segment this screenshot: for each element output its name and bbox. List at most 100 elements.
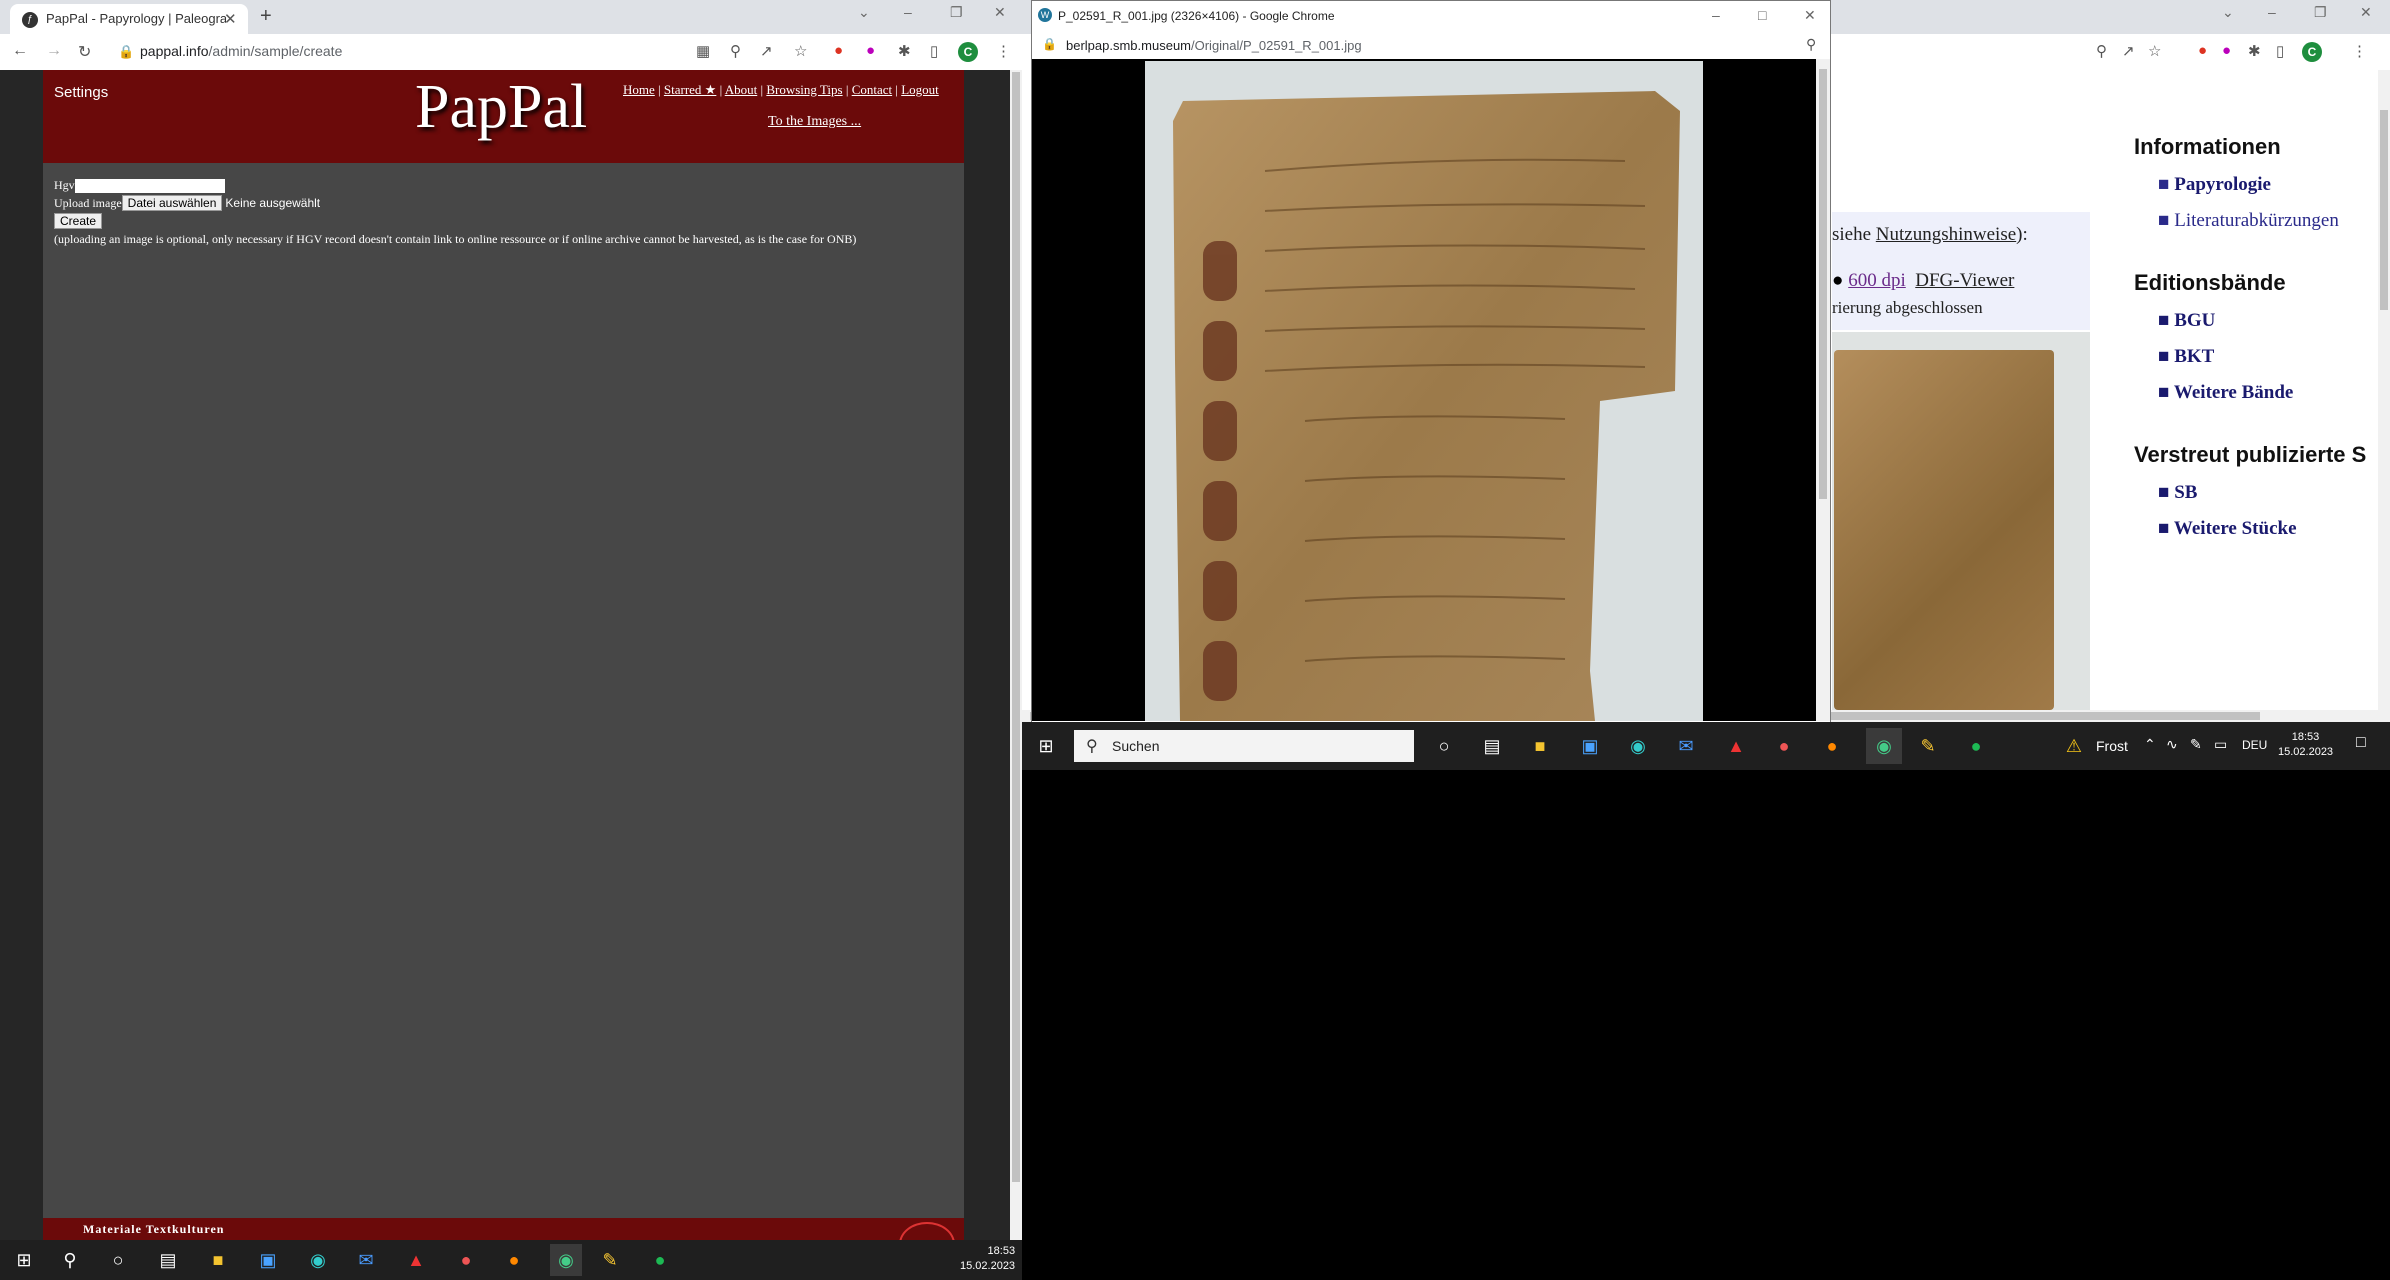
pen-icon[interactable]: ✎	[2190, 736, 2202, 753]
papyrus-image[interactable]	[1145, 61, 1703, 721]
link-sb[interactable]: SB	[2174, 482, 2197, 503]
file-choose-button[interactable]: Datei auswählen	[121, 195, 223, 211]
nav-logout[interactable]: Logout	[901, 82, 939, 97]
settings-link[interactable]: Settings	[54, 84, 108, 101]
menu-icon[interactable]: ⋮	[2352, 42, 2367, 60]
file-explorer-icon[interactable]: ■	[1528, 734, 1552, 758]
zoom-icon[interactable]: ⚲	[1806, 36, 1816, 53]
link-weitere-stuecke[interactable]: Weitere Stücke	[2174, 518, 2297, 539]
minimize-icon[interactable]: –	[904, 4, 912, 20]
clock[interactable]: 18:53 15.02.2023	[2278, 730, 2333, 760]
lock-icon[interactable]: 🔒	[1042, 37, 1057, 51]
link-bgu[interactable]: BGU	[2174, 310, 2215, 331]
new-tab-icon[interactable]: +	[260, 5, 272, 28]
forward-icon[interactable]: →	[46, 42, 62, 60]
to-images-link[interactable]: To the Images ...	[768, 114, 861, 130]
edge-icon[interactable]: ◉	[1626, 734, 1650, 758]
minimize-icon[interactable]: –	[2268, 4, 2276, 20]
battery-icon[interactable]: ▭	[2214, 736, 2227, 753]
mail-icon[interactable]: ✉	[354, 1248, 378, 1272]
dpi-link[interactable]: 600 dpi	[1848, 270, 1906, 291]
notifications-icon[interactable]: □	[2356, 734, 2366, 752]
chevron-up-icon[interactable]: ⌃	[2144, 736, 2156, 753]
link-papyrologie[interactable]: Papyrologie	[2174, 174, 2271, 195]
zoom-icon[interactable]: ⚲	[2096, 42, 2107, 60]
store-icon[interactable]: ▣	[256, 1248, 280, 1272]
firefox-icon[interactable]: ●	[1820, 734, 1844, 758]
acrobat-icon[interactable]: ▲	[404, 1248, 428, 1272]
task-view-icon[interactable]: ▤	[1480, 734, 1504, 758]
cortana-icon[interactable]: ○	[106, 1248, 130, 1272]
puzzle-icon[interactable]: ✱	[898, 42, 911, 60]
spotify-icon[interactable]: ●	[648, 1248, 672, 1272]
chevron-down-icon[interactable]: ⌄	[2222, 4, 2234, 21]
nav-starred[interactable]: Starred ★	[664, 82, 716, 97]
lock-icon[interactable]: 🔒	[118, 44, 134, 60]
vertical-scrollbar[interactable]	[1010, 70, 1022, 1240]
language-indicator[interactable]: DEU	[2242, 738, 2267, 752]
firefox-icon[interactable]: ●	[502, 1248, 526, 1272]
windows-start-icon[interactable]: ⊞	[12, 1248, 36, 1272]
papyrus-thumbnail[interactable]	[1832, 332, 2090, 710]
nav-home[interactable]: Home	[623, 82, 655, 97]
clock[interactable]: 18:53 15.02.2023	[960, 1244, 1015, 1274]
extension-icon[interactable]: ●	[2222, 42, 2231, 59]
extension-icon[interactable]: ●	[834, 42, 843, 59]
menu-icon[interactable]: ⋮	[996, 42, 1011, 60]
network-icon[interactable]: ∿	[2166, 736, 2178, 753]
restore-icon[interactable]: ❐	[950, 4, 963, 21]
close-tab-icon[interactable]: ✕	[224, 10, 237, 28]
site-logo[interactable]: PapPal	[415, 72, 587, 143]
link-bkt[interactable]: BKT	[2174, 346, 2214, 367]
link-weitere-baende[interactable]: Weitere Bände	[2174, 382, 2293, 403]
store-icon[interactable]: ▣	[1578, 734, 1602, 758]
link-literaturabkuerzungen[interactable]: Literaturabkürzungen	[2174, 210, 2339, 231]
close-icon[interactable]: ✕	[1804, 7, 1816, 24]
back-icon[interactable]: ←	[12, 42, 28, 60]
weather-text[interactable]: Frost	[2096, 738, 2128, 754]
edge-icon[interactable]: ◉	[306, 1248, 330, 1272]
file-explorer-icon[interactable]: ■	[206, 1248, 230, 1272]
share-icon[interactable]: ↗	[760, 42, 773, 60]
taskbar-search[interactable]: ⚲ Suchen	[1074, 730, 1414, 762]
avatar[interactable]: C	[958, 42, 978, 62]
nav-browsing-tips[interactable]: Browsing Tips	[766, 82, 842, 97]
nav-about[interactable]: About	[725, 82, 758, 97]
star-icon[interactable]: ☆	[2148, 42, 2161, 60]
powerpoint-icon[interactable]: ●	[1772, 734, 1796, 758]
dfg-viewer-link[interactable]: DFG-Viewer	[1915, 270, 2014, 291]
close-icon[interactable]: ✕	[2360, 4, 2372, 21]
spotify-icon[interactable]: ●	[1964, 734, 1988, 758]
search-icon[interactable]: ⚲	[58, 1248, 82, 1272]
maximize-icon[interactable]: □	[1758, 7, 1766, 23]
powerpoint-icon[interactable]: ●	[454, 1248, 478, 1272]
popup-scrollbar[interactable]	[1816, 59, 1830, 721]
warning-icon[interactable]: ⚠	[2062, 734, 2086, 758]
notepad-icon[interactable]: ✎	[1916, 734, 1940, 758]
star-icon[interactable]: ☆	[794, 42, 807, 60]
share-icon[interactable]: ↗	[2122, 42, 2135, 60]
notepad-icon[interactable]: ✎	[598, 1248, 622, 1272]
create-button[interactable]: Create	[54, 213, 103, 229]
mail-icon[interactable]: ✉	[1674, 734, 1698, 758]
url-field[interactable]: pappal.info/admin/sample/create	[140, 43, 342, 59]
chrome-icon[interactable]: ◉	[1866, 728, 1902, 764]
cortana-icon[interactable]: ○	[1432, 734, 1456, 758]
vertical-scrollbar[interactable]	[2378, 70, 2390, 722]
windows-start-icon[interactable]: ⊞	[1034, 734, 1058, 758]
nav-contact[interactable]: Contact	[852, 82, 892, 97]
chrome-icon[interactable]: ◉	[550, 1244, 582, 1276]
sidebar-icon[interactable]: ▯	[930, 42, 938, 60]
restore-icon[interactable]: ❐	[2314, 4, 2327, 21]
acrobat-icon[interactable]: ▲	[1724, 734, 1748, 758]
avatar[interactable]: C	[2302, 42, 2322, 62]
task-view-icon[interactable]: ▤	[156, 1248, 180, 1272]
hgv-input[interactable]	[74, 179, 225, 194]
usage-notes-link[interactable]: Nutzungshinweise	[1876, 224, 2016, 245]
chevron-down-icon[interactable]: ⌄	[858, 4, 870, 21]
translate-icon[interactable]: ▦	[696, 42, 710, 60]
close-icon[interactable]: ✕	[994, 4, 1006, 21]
popup-url[interactable]: berlpap.smb.museum/Original/P_02591_R_00…	[1066, 38, 1362, 53]
tab-pappal[interactable]: ƒ PapPal - Papyrology | Paleograph ✕	[10, 4, 248, 34]
extension-icon[interactable]: ●	[2198, 42, 2207, 59]
